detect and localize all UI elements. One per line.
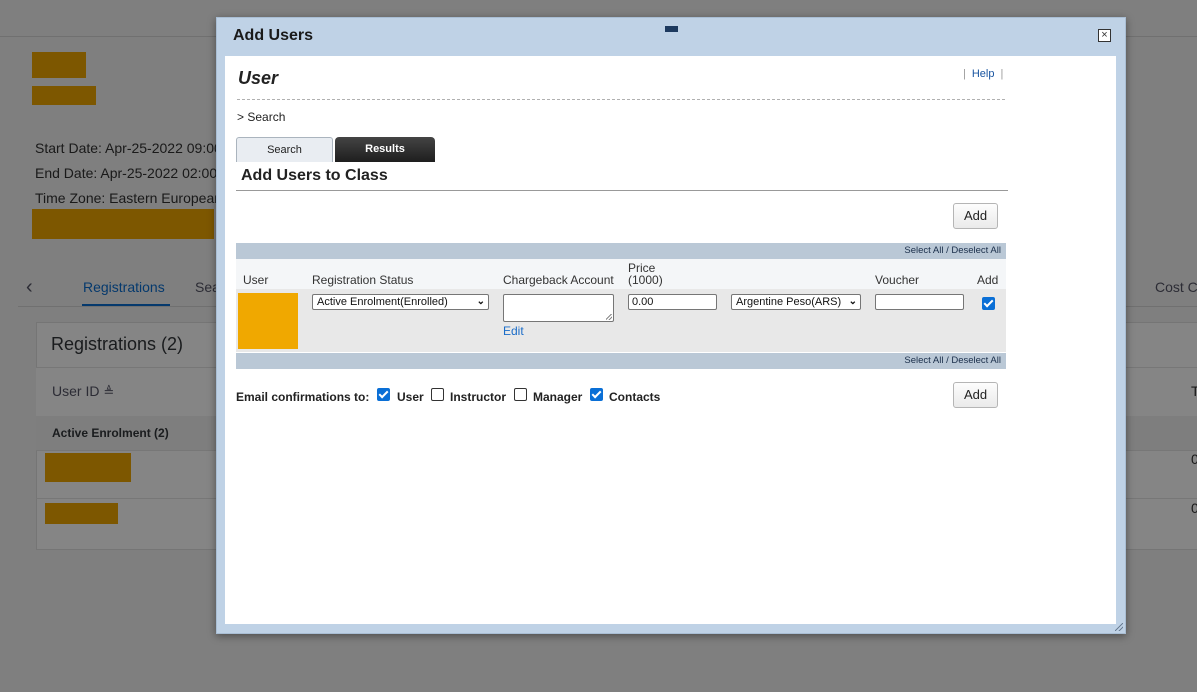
chargeback-account-input[interactable] xyxy=(503,294,614,322)
select-strip-top: Select All / Deselect All xyxy=(236,243,1006,259)
column-registration-status: Registration Status xyxy=(312,273,414,287)
dialog-body: User | Help | > Search Search Results Add … xyxy=(225,56,1116,624)
select-all-link-top[interactable]: Select All / Deselect All xyxy=(904,245,1001,256)
email-user-label: User xyxy=(397,390,424,404)
drag-handle-icon[interactable] xyxy=(665,26,678,32)
close-button[interactable]: × xyxy=(1098,29,1111,42)
email-manager-checkbox[interactable] xyxy=(514,388,527,401)
tab-results[interactable]: Results xyxy=(335,137,435,162)
email-contacts-checkbox[interactable] xyxy=(590,388,603,401)
registration-status-value: Active Enrolment(Enrolled) xyxy=(317,296,448,308)
email-confirmations-label: Email confirmations to: xyxy=(236,390,370,404)
chevron-down-icon: ⌄ xyxy=(848,296,857,307)
section-divider xyxy=(236,190,1008,191)
column-add: Add xyxy=(977,273,999,287)
currency-select[interactable]: Argentine Peso(ARS) ⌄ xyxy=(731,294,861,310)
add-user-checkbox[interactable] xyxy=(982,297,995,310)
email-contacts-label: Contacts xyxy=(609,390,661,404)
chevron-down-icon: ⌄ xyxy=(476,296,485,307)
help-links: | Help | xyxy=(963,68,1004,80)
help-link[interactable]: Help xyxy=(972,68,995,80)
select-all-link-bottom[interactable]: Select All / Deselect All xyxy=(904,355,1001,366)
page-heading: User xyxy=(238,68,279,88)
resize-grip-icon[interactable] xyxy=(606,314,612,320)
email-manager-label: Manager xyxy=(533,390,583,404)
registration-status-select[interactable]: Active Enrolment(Enrolled) ⌄ xyxy=(312,294,489,310)
select-strip-bottom: Select All / Deselect All xyxy=(236,353,1006,369)
email-instructor-label: Instructor xyxy=(450,390,507,404)
close-icon: × xyxy=(1101,29,1108,41)
dashed-divider xyxy=(237,99,1005,100)
user-avatar xyxy=(238,293,298,349)
column-price-unit: (1000) xyxy=(628,273,663,287)
voucher-input[interactable] xyxy=(875,294,964,310)
currency-value: Argentine Peso(ARS) xyxy=(736,296,842,308)
email-user-checkbox[interactable] xyxy=(377,388,390,401)
add-users-dialog: Add Users × User | Help | > Search Search … xyxy=(216,17,1126,634)
column-user: User xyxy=(243,273,269,287)
column-chargeback-account: Chargeback Account xyxy=(503,273,614,287)
edit-link[interactable]: Edit xyxy=(503,324,524,338)
breadcrumb[interactable]: > Search xyxy=(237,110,285,124)
table-header: User Registration Status Chargeback Acco… xyxy=(236,259,1006,289)
email-instructor-checkbox[interactable] xyxy=(431,388,444,401)
section-title: Add Users to Class xyxy=(241,167,388,184)
resize-grip-icon[interactable] xyxy=(1115,623,1123,631)
add-button-top[interactable]: Add xyxy=(953,203,998,229)
add-button-bottom[interactable]: Add xyxy=(953,382,998,408)
table-row: Active Enrolment(Enrolled) ⌄ Edit 0.00 Ar… xyxy=(236,289,1006,352)
column-voucher: Voucher xyxy=(875,273,920,287)
tab-search[interactable]: Search xyxy=(236,137,333,162)
price-input[interactable]: 0.00 xyxy=(628,294,717,310)
dialog-title: Add Users xyxy=(233,27,314,44)
